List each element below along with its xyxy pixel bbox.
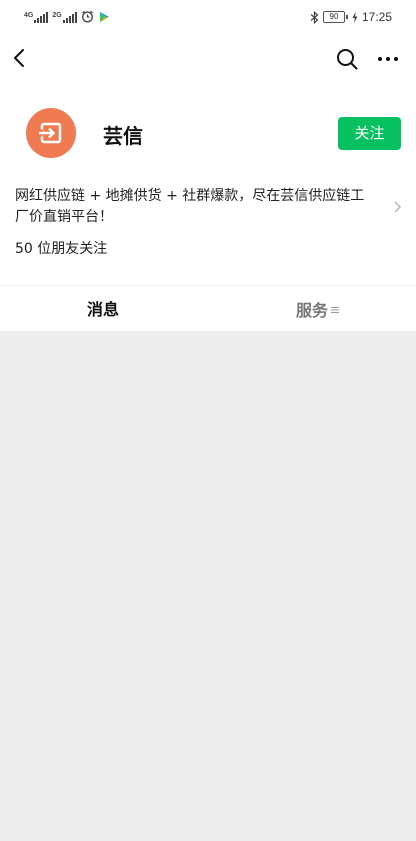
followers-count[interactable]: 50 位朋友关注 (0, 230, 416, 285)
tab-bar: 消息 服务 (0, 285, 416, 334)
avatar[interactable] (26, 108, 76, 158)
signal-icon (34, 12, 49, 23)
network-type-label: 4G (24, 12, 34, 19)
charging-icon (352, 11, 358, 23)
account-name: 芸信 (103, 124, 143, 148)
status-bar-left: 4G 2G (24, 9, 110, 23)
back-arrow-icon[interactable] (8, 46, 32, 70)
header-area: 4G 2G 90 17:25 芸信 关注 网红供应链 + 地摊供货 + 社群爆款… (0, 0, 416, 334)
follow-button[interactable]: 关注 (338, 117, 401, 150)
signal-icon (62, 12, 77, 23)
more-icon[interactable] (376, 47, 400, 71)
alarm-icon (81, 10, 93, 23)
status-bar: 4G 2G 90 17:25 (0, 0, 416, 34)
tab-messages[interactable]: 消息 (78, 286, 128, 334)
bluetooth-icon (310, 10, 319, 24)
network-type-label: 2G (52, 12, 62, 19)
tab-services[interactable]: 服务 (296, 286, 340, 334)
account-profile: 芸信 关注 (0, 86, 416, 186)
menu-icon (331, 307, 340, 313)
battery-icon: 90 (322, 11, 348, 23)
chevron-right-icon (394, 201, 402, 213)
app-notification-icon (99, 12, 109, 22)
description-text: 网红供应链 + 地摊供货 + 社群爆款，尽在芸信供应链工厂价直销平台！ (15, 188, 365, 225)
network-group-1: 4G (24, 12, 49, 23)
account-description[interactable]: 网红供应链 + 地摊供货 + 社群爆款，尽在芸信供应链工厂价直销平台！ (0, 186, 416, 230)
clock-time: 17:25 (361, 10, 392, 24)
login-arrow-icon (38, 122, 62, 144)
search-icon[interactable] (335, 47, 359, 71)
tab-services-label: 服务 (296, 300, 329, 320)
messages-content-area (0, 331, 416, 841)
status-bar-right: 90 17:25 (310, 9, 392, 25)
navigation-bar (0, 34, 416, 86)
network-group-2: 2G (52, 12, 77, 23)
